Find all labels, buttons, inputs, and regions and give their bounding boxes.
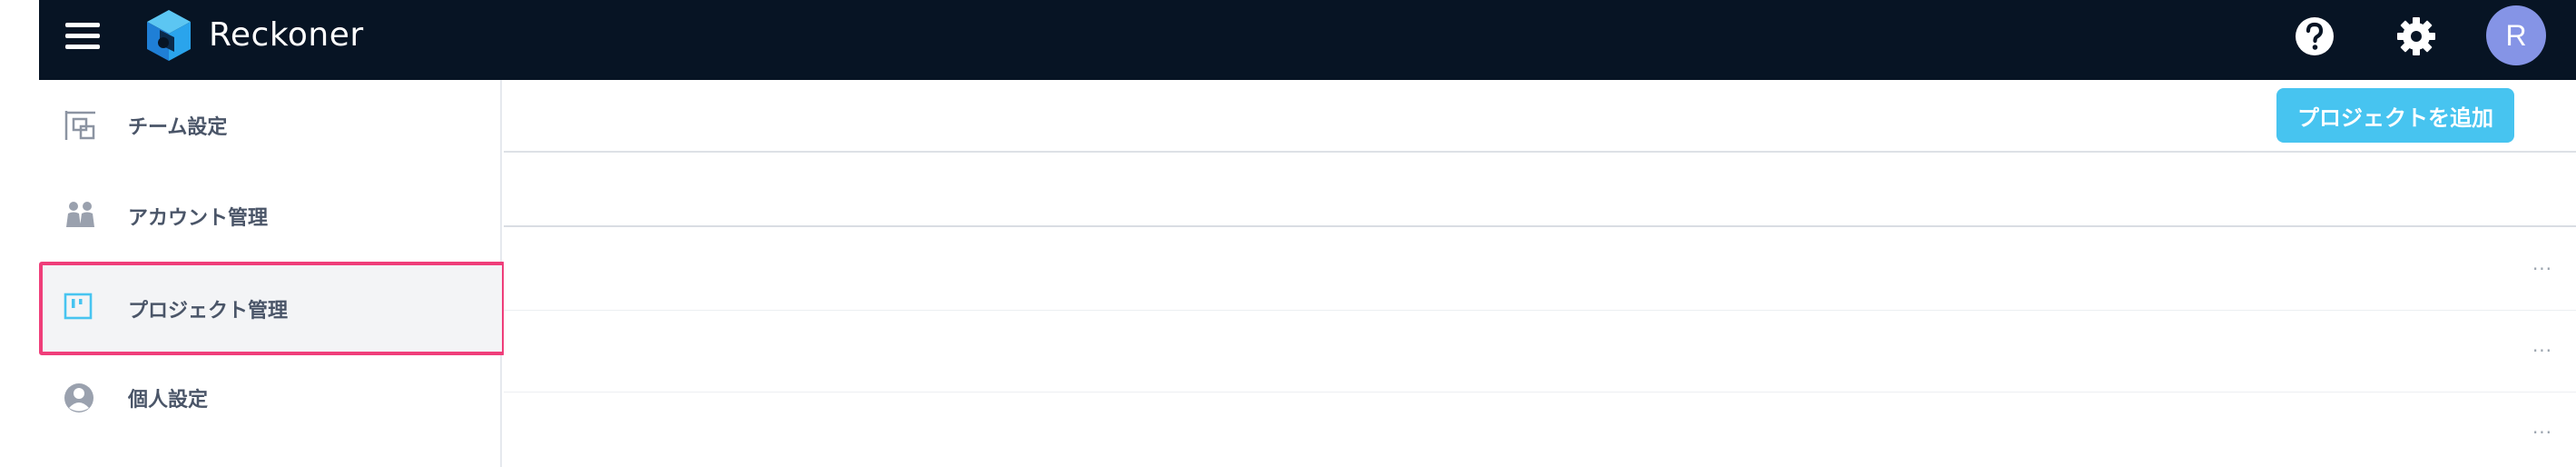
team-settings-icon xyxy=(64,111,95,140)
add-project-button[interactable]: プロジェクトを追加 xyxy=(2276,88,2514,143)
table-row[interactable]: ··· xyxy=(504,392,2576,467)
sidebar-item-label: プロジェクト管理 xyxy=(128,299,289,323)
more-options-icon[interactable]: ··· xyxy=(2524,258,2561,280)
accounts-icon xyxy=(66,202,94,227)
project-list-panel: プロジェクトを追加 ··· ··· ··· xyxy=(504,80,2576,467)
top-navigation-bar: Reckoner R xyxy=(39,0,2576,80)
sidebar-item-label: アカウント管理 xyxy=(128,207,269,230)
table-header xyxy=(504,154,2576,227)
more-options-icon[interactable]: ··· xyxy=(2524,340,2561,362)
left-gutter xyxy=(0,0,39,467)
help-icon[interactable] xyxy=(2293,15,2336,58)
user-avatar[interactable]: R xyxy=(2486,5,2546,65)
hamburger-menu-icon[interactable] xyxy=(65,21,100,52)
project-board-icon xyxy=(64,293,93,320)
sidebar-item-project-management[interactable]: プロジェクト管理 xyxy=(39,262,506,355)
table-row[interactable]: ··· xyxy=(504,311,2576,392)
sidebar-item-label: 個人設定 xyxy=(128,389,209,412)
sidebar-item-personal-settings[interactable]: 個人設定 xyxy=(39,353,500,443)
table-row[interactable]: ··· xyxy=(504,229,2576,311)
brand-name: Reckoner xyxy=(209,16,364,54)
sidebar-item-label: チーム設定 xyxy=(128,116,228,139)
user-circle-icon xyxy=(64,383,93,412)
reckoner-logo[interactable] xyxy=(143,8,194,65)
project-toolbar: プロジェクトを追加 xyxy=(504,80,2576,153)
sidebar-item-account-management[interactable]: アカウント管理 xyxy=(39,171,500,262)
more-options-icon[interactable]: ··· xyxy=(2524,422,2561,443)
sidebar-item-team-settings[interactable]: チーム設定 xyxy=(39,80,500,171)
gear-icon[interactable] xyxy=(2394,15,2438,58)
